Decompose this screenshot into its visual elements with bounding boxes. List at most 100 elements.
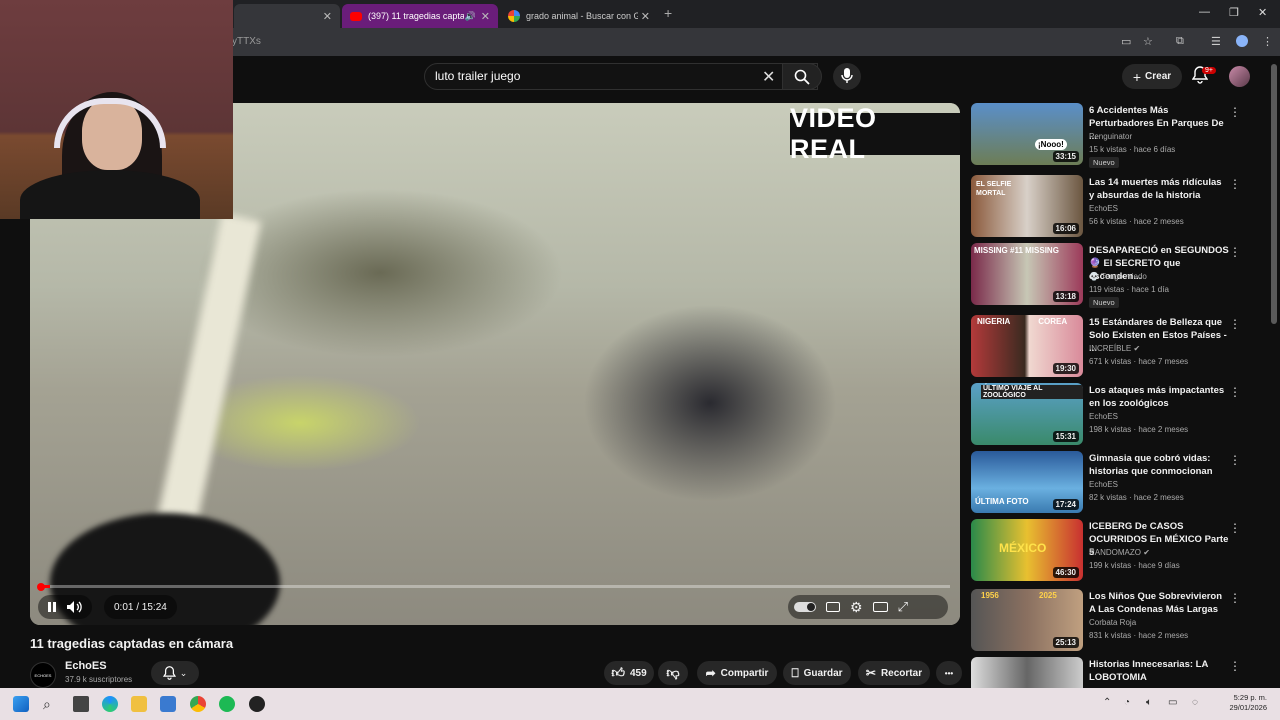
taskbar-clock[interactable]: 5:29 p. m. 29/01/2026 xyxy=(1225,693,1267,713)
recommendation-card[interactable]: EL SELFIE MORTAL 16:06 Las 14 muertes má… xyxy=(971,175,1251,239)
video-thumbnail[interactable]: NIGERIA COREA 19:30 xyxy=(971,315,1083,377)
share-button[interactable]: ➦ Compartir xyxy=(697,661,777,685)
menu-kebab-icon[interactable]: ⋮ xyxy=(1229,317,1241,331)
audio-icon[interactable]: 🔊 xyxy=(465,11,476,22)
wifi-icon[interactable]: ◔ xyxy=(1124,697,1130,708)
search-button[interactable] xyxy=(782,63,822,90)
menu-kebab-icon[interactable]: ⋮ xyxy=(1229,245,1241,259)
menu-kebab-icon[interactable]: ⋮ xyxy=(1229,177,1241,191)
channel-name[interactable]: EchoES xyxy=(65,660,107,672)
save-button[interactable]: ⎕ Guardar xyxy=(783,661,851,685)
search-icon[interactable]: ⌕ xyxy=(43,696,59,712)
recommendation-title[interactable]: Los Niños Que Sobrevivieron A Las Conden… xyxy=(1089,590,1229,616)
video-thumbnail[interactable]: 1956 2025 25:13 xyxy=(971,589,1083,651)
theater-mode-icon[interactable] xyxy=(872,602,888,612)
browser-tab[interactable]: grado animal - Buscar con Google ✕ xyxy=(500,4,658,28)
recommendation-title[interactable]: Historias Innecesarias: LA LOBOTOMIA xyxy=(1089,658,1229,684)
menu-kebab-icon[interactable]: ⋮ xyxy=(1229,591,1241,605)
cast-icon[interactable]: ▭ xyxy=(1121,35,1131,48)
reading-list-icon[interactable]: ☰ xyxy=(1211,35,1221,48)
more-actions-button[interactable]: ••• xyxy=(936,661,962,685)
battery-icon[interactable]: ▭ xyxy=(1168,697,1177,708)
account-avatar[interactable] xyxy=(1229,66,1250,87)
menu-kebab-icon[interactable]: ⋮ xyxy=(1229,453,1241,467)
volume-icon[interactable] xyxy=(66,600,84,614)
video-thumbnail[interactable]: ÚLTIMA FOTO 17:24 xyxy=(971,451,1083,513)
recommendation-channel[interactable]: EchoES xyxy=(1089,412,1118,421)
recommendation-card[interactable]: MÉXICO 46:30 ICEBERG De CASOS OCURRIDOS … xyxy=(971,519,1251,583)
video-thumbnail[interactable]: ÚLTIMO VIAJE AL ZOOLÓGICO 15:31 xyxy=(971,383,1083,445)
recommendation-channel[interactable]: Corbata Roja xyxy=(1089,618,1136,627)
store-icon[interactable] xyxy=(160,696,176,712)
recommendation-card[interactable]: MISSING #11 MISSING 13:18 DESAPARECIÓ en… xyxy=(971,243,1251,308)
search-box[interactable]: ✕ xyxy=(424,63,818,90)
recommendation-card[interactable]: ¡Nooo! 33:15 6 Accidentes Más Perturbado… xyxy=(971,103,1251,168)
page-scrollbar[interactable] xyxy=(1271,64,1277,324)
recommendation-channel[interactable]: RANDOMAZO ✔ xyxy=(1089,548,1150,557)
recommendation-channel[interactable]: EchoES xyxy=(1089,204,1118,213)
close-window-icon[interactable]: ✕ xyxy=(1258,6,1267,19)
profile-icon[interactable] xyxy=(1236,35,1248,47)
dislike-button[interactable]: 👎︎ xyxy=(658,661,688,685)
recommendation-channel[interactable]: EchoES xyxy=(1089,480,1118,489)
search-input[interactable] xyxy=(435,69,755,83)
close-tab-icon[interactable]: ✕ xyxy=(481,10,490,23)
video-thumbnail[interactable]: ¡Nooo! 33:15 xyxy=(971,103,1083,165)
scrubber-handle[interactable] xyxy=(37,583,45,591)
voice-search-button[interactable] xyxy=(833,63,861,90)
progress-bar[interactable] xyxy=(40,585,950,588)
recommendation-card[interactable]: ÚLTIMO VIAJE AL ZOOLÓGICO 15:31 Los ataq… xyxy=(971,383,1251,447)
clip-button[interactable]: ✂ Recortar xyxy=(858,661,930,685)
recommendation-card[interactable]: NIGERIA COREA 19:30 15 Estándares de Bel… xyxy=(971,315,1251,379)
create-button[interactable]: + Crear xyxy=(1122,64,1182,89)
recommendation-channel[interactable]: INCREÍBLE ✔ xyxy=(1089,344,1140,353)
close-tab-icon[interactable]: ✕ xyxy=(641,10,650,23)
video-thumbnail[interactable]: MISSING #11 MISSING 13:18 xyxy=(971,243,1083,305)
menu-kebab-icon[interactable]: ⋮ xyxy=(1229,105,1241,119)
menu-kebab-icon[interactable]: ⋮ xyxy=(1229,385,1241,399)
pause-icon[interactable] xyxy=(46,601,58,613)
video-thumbnail[interactable] xyxy=(971,657,1083,688)
minimize-icon[interactable]: — xyxy=(1199,6,1210,18)
subtitles-icon[interactable] xyxy=(826,602,840,612)
restore-icon[interactable]: ❐ xyxy=(1229,6,1239,19)
channel-avatar[interactable]: ECHOES xyxy=(30,662,56,688)
menu-kebab-icon[interactable]: ⋮ xyxy=(1229,521,1241,535)
recommendation-title[interactable]: Gimnasia que cobró vidas: historias que … xyxy=(1089,452,1229,478)
browser-tab-active[interactable]: (397) 11 tragedias captadas 🔊 ✕ xyxy=(342,4,498,28)
file-explorer-icon[interactable] xyxy=(131,696,147,712)
recommendation-title[interactable]: Las 14 muertes más ridículas y absurdas … xyxy=(1089,176,1229,202)
video-thumbnail[interactable]: EL SELFIE MORTAL 16:06 xyxy=(971,175,1083,237)
chrome-icon[interactable] xyxy=(190,696,206,712)
recommendation-card[interactable]: 1956 2025 25:13 Los Niños Que Sobrevivie… xyxy=(971,589,1251,653)
settings-gear-icon[interactable]: ⚙ xyxy=(850,600,863,614)
menu-kebab-icon[interactable]: ⋮ xyxy=(1229,659,1241,673)
speaker-icon[interactable]: 🔈︎ xyxy=(1146,697,1152,708)
share-icon: ➦ xyxy=(705,666,716,680)
spotify-icon[interactable] xyxy=(219,696,235,712)
like-button[interactable]: 👍︎ 459 xyxy=(604,661,654,685)
tray-chevron-icon[interactable]: ⌃ xyxy=(1103,697,1111,708)
recommendation-title[interactable]: Los ataques más impactantes en los zooló… xyxy=(1089,384,1229,410)
fullscreen-icon[interactable]: ⤢ xyxy=(898,599,908,615)
task-view-icon[interactable] xyxy=(73,696,89,712)
extensions-icon[interactable]: ⧉ xyxy=(1176,35,1184,48)
recommendation-card[interactable]: Historias Innecesarias: LA LOBOTOMIA ⋮ xyxy=(971,657,1251,688)
new-tab-button[interactable]: + xyxy=(664,5,672,21)
close-tab-icon[interactable]: ✕ xyxy=(323,10,332,23)
recommendation-card[interactable]: ÚLTIMA FOTO 17:24 Gimnasia que cobró vid… xyxy=(971,451,1251,515)
browser-tab[interactable]: ✕ xyxy=(234,4,340,28)
clear-search-icon[interactable]: ✕ xyxy=(762,67,775,87)
recommendation-channel[interactable]: Penguinator xyxy=(1089,132,1132,141)
autoplay-toggle-icon[interactable] xyxy=(794,602,816,612)
windows-start-icon[interactable] xyxy=(13,696,29,712)
bookmark-star-icon[interactable]: ☆ xyxy=(1143,35,1153,48)
url-text[interactable]: yTTXs xyxy=(232,36,261,47)
menu-kebab-icon[interactable]: ⋮ xyxy=(1262,35,1273,48)
video-thumbnail[interactable]: MÉXICO 46:30 xyxy=(971,519,1083,581)
notification-settings-button[interactable]: ⌄ xyxy=(151,661,199,685)
recommendation-channel[interactable]: 💀 Tengo miedo xyxy=(1089,272,1147,281)
obs-icon[interactable] xyxy=(249,696,265,712)
edge-icon[interactable] xyxy=(102,696,118,712)
notification-center-icon[interactable]: ◌ xyxy=(1192,697,1198,708)
